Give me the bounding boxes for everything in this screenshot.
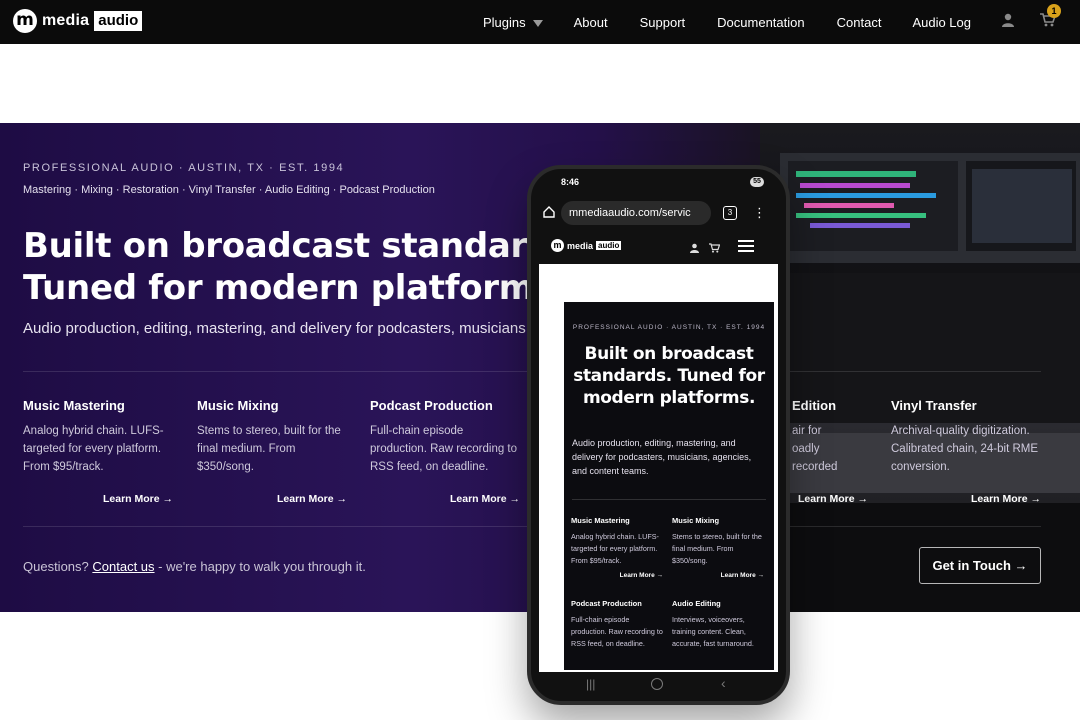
nav-plugins[interactable]: Plugins — [483, 15, 543, 30]
user-icon[interactable] — [1001, 13, 1015, 32]
service-desc: air for oadly recorded — [792, 425, 838, 473]
logo-word-media: media — [42, 12, 90, 29]
more-menu-icon[interactable]: ⋮ — [753, 205, 766, 221]
questions-prefix: Questions? — [23, 559, 93, 574]
nav-plugins-label: Plugins — [483, 14, 526, 30]
nav-links: Plugins About Support Documentation Cont… — [483, 0, 1080, 44]
service-card-vinyl: Vinyl Transfer Archival-quality digitiza… — [891, 398, 1041, 505]
phone-service-title: Music Mastering — [571, 516, 630, 525]
get-in-touch-button[interactable]: Get in Touch → — [919, 547, 1041, 584]
phone-subline: Audio production, editing, mastering, an… — [572, 438, 752, 476]
nav-documentation[interactable]: Documentation — [717, 15, 804, 30]
questions-text: Questions? Contact us - we're happy to w… — [23, 559, 366, 574]
learn-more-link[interactable]: Learn More → — [971, 493, 1041, 505]
service-title: Podcast Production — [370, 398, 493, 413]
phone-learn-more-link[interactable]: Learn More → — [672, 572, 764, 579]
phone-service-mastering: Music Mastering Analog hybrid chain. LUF… — [571, 516, 663, 579]
cart-icon[interactable]: 1 — [1040, 3, 1061, 32]
service-title: Music Mastering — [23, 398, 125, 413]
phone-service-editing: Audio Editing Interviews, voiceovers, tr… — [672, 599, 764, 650]
service-title: Vinyl Transfer — [891, 398, 977, 413]
phone-service-title: Music Mixing — [672, 516, 720, 525]
service-title: Edition — [792, 398, 837, 413]
top-navbar: m media audio Plugins About Support Docu… — [0, 0, 1080, 44]
hero-headline: Built on broadcast standards. Tuned for … — [23, 225, 584, 309]
phone-user-icon[interactable] — [690, 240, 699, 258]
service-card-editing-partial: Edition air for oadly recorded Learn Mor… — [792, 398, 868, 505]
phone-status-bar: 8:46 55 — [531, 177, 786, 193]
nav-about[interactable]: About — [574, 15, 608, 30]
phone-nav-bar: ||| ‹ — [531, 671, 786, 701]
studio-console-image — [760, 123, 1080, 612]
phone-learn-more-link[interactable]: Learn More → — [571, 572, 663, 579]
nav-audio-log[interactable]: Audio Log — [912, 15, 971, 30]
brand-logo[interactable]: m media audio — [13, 9, 143, 33]
service-desc: Full-chain episode production. Raw recor… — [370, 425, 518, 473]
phone-hero-card: PROFESSIONAL AUDIO · AUSTIN, TX · EST. 1… — [564, 302, 774, 670]
phone-site-logo[interactable]: m media audio — [551, 239, 622, 252]
phone-url-field[interactable]: mmediaaudio.com/servic — [561, 201, 711, 225]
phone-service-podcast: Podcast Production Full-chain episode pr… — [571, 599, 663, 650]
tab-count-icon[interactable]: 3 — [723, 206, 737, 220]
phone-service-desc: Full-chain episode production. Raw recor… — [571, 615, 663, 648]
learn-more-link[interactable]: Learn More → — [450, 493, 520, 505]
headline-line-2: Tuned for modern platforms. — [23, 268, 567, 308]
phone-kicker: PROFESSIONAL AUDIO · AUSTIN, TX · EST. 1… — [572, 324, 766, 331]
hero-subline: Audio production, editing, mastering, an… — [23, 320, 568, 337]
phone-battery: 55 — [750, 177, 764, 187]
questions-suffix: - we're happy to walk you through it. — [154, 559, 366, 574]
service-title: Music Mixing — [197, 398, 279, 413]
service-card-podcast: Podcast Production Full-chain episode pr… — [370, 398, 520, 505]
phone-site-nav: m media audio — [543, 234, 786, 260]
home-icon[interactable] — [543, 205, 555, 221]
chevron-down-icon — [532, 19, 543, 27]
phone-service-desc: Interviews, voiceovers, training content… — [672, 615, 754, 648]
cart-count-badge: 1 — [1047, 3, 1061, 18]
home-circle-icon[interactable] — [651, 678, 663, 690]
phone-headline: Built on broadcast standards. Tuned for … — [573, 344, 765, 408]
hero-services-line: Mastering · Mixing · Restoration · Vinyl… — [23, 184, 435, 196]
phone-logo-word2: audio — [596, 241, 622, 250]
phone-cart-icon[interactable] — [709, 240, 721, 258]
service-desc: Archival-quality digitization. Calibrate… — [891, 425, 1039, 473]
phone-screen: PROFESSIONAL AUDIO · AUSTIN, TX · EST. 1… — [539, 264, 778, 672]
phone-browser-bar: mmediaaudio.com/servic 3 ⋮ — [543, 200, 786, 226]
contact-us-link[interactable]: Contact us — [92, 559, 154, 574]
phone-service-desc: Analog hybrid chain. LUFS-targeted for e… — [571, 532, 659, 565]
phone-service-title: Audio Editing — [672, 599, 721, 608]
nav-contact[interactable]: Contact — [837, 15, 882, 30]
phone-service-mixing: Music Mixing Stems to stereo, built for … — [672, 516, 764, 579]
headline-line-1: Built on broadcast standards. — [23, 226, 584, 266]
service-card-mastering: Music Mastering Analog hybrid chain. LUF… — [23, 398, 173, 505]
nav-support[interactable]: Support — [640, 15, 686, 30]
phone-service-desc: Stems to stereo, built for the final med… — [672, 532, 762, 565]
service-desc: Analog hybrid chain. LUFS-targeted for e… — [23, 425, 164, 473]
phone-service-title: Podcast Production — [571, 599, 642, 608]
hamburger-menu-icon[interactable] — [738, 239, 754, 257]
recent-apps-icon[interactable]: ||| — [586, 677, 595, 691]
learn-more-link[interactable]: Learn More → — [103, 493, 173, 505]
logo-word-audio: audio — [94, 11, 143, 31]
phone-divider — [572, 499, 766, 500]
phone-mockup: 8:46 55 mmediaaudio.com/servic 3 ⋮ m med… — [527, 165, 790, 705]
phone-logo-word1: media — [567, 240, 594, 251]
hero-kicker: PROFESSIONAL AUDIO · AUSTIN, TX · EST. 1… — [23, 162, 345, 174]
service-card-mixing: Music Mixing Stems to stereo, built for … — [197, 398, 347, 505]
service-desc: Stems to stereo, built for the final med… — [197, 425, 341, 473]
learn-more-link[interactable]: Learn More → — [277, 493, 347, 505]
learn-more-link[interactable]: Learn More → — [798, 493, 868, 505]
phone-time: 8:46 — [561, 177, 580, 187]
back-icon[interactable]: ‹ — [721, 675, 726, 691]
phone-logo-mark: m — [551, 239, 564, 252]
logo-mark: m — [13, 9, 37, 33]
